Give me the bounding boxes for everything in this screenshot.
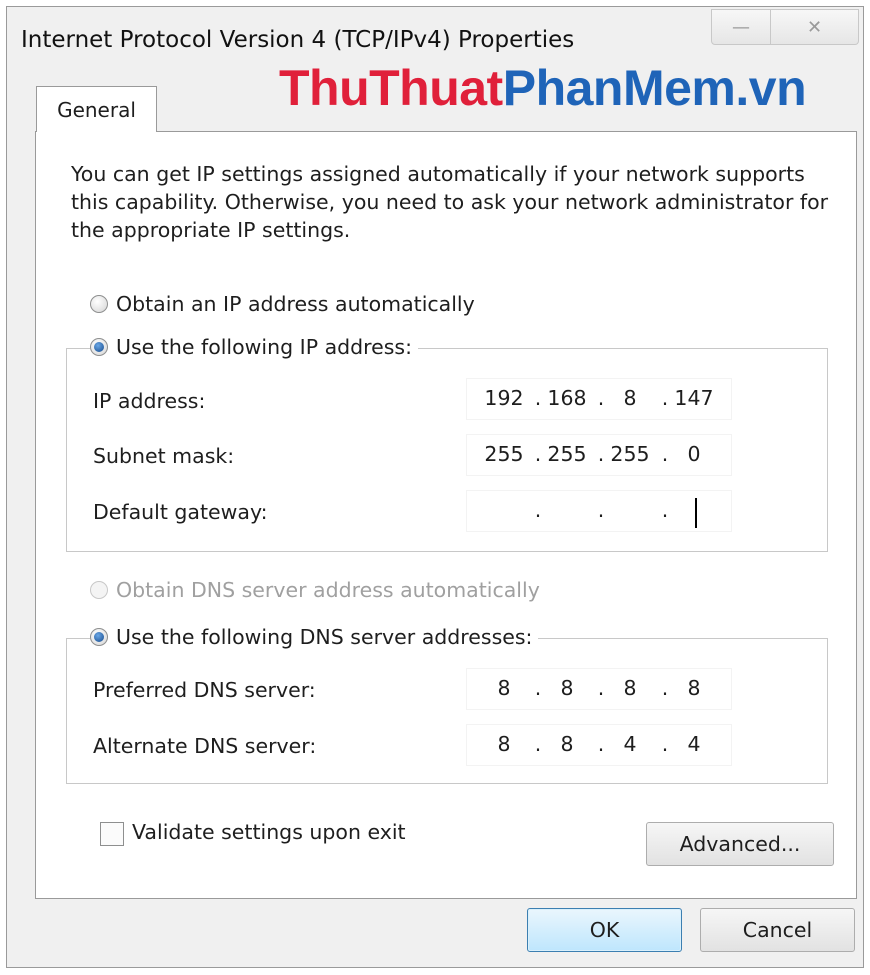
minimize-button[interactable]: — [711, 9, 771, 45]
use-following-ip-radio[interactable] [90, 338, 108, 356]
ip-dot: . [534, 498, 542, 522]
use-following-ip-option[interactable]: Use the following IP address: [90, 335, 419, 359]
default-gateway-label: Default gateway: [93, 500, 268, 524]
obtain-dns-auto-radio[interactable] [90, 581, 108, 599]
preferred-dns-octet-3: 8 [623, 676, 637, 700]
subnet-octet-2: 255 [547, 442, 587, 466]
cancel-button[interactable]: Cancel [700, 908, 855, 952]
tab-general[interactable]: General [36, 86, 157, 132]
ok-button[interactable]: OK [527, 908, 682, 952]
obtain-ip-auto-radio[interactable] [90, 295, 108, 313]
ip-dot: . [661, 498, 669, 522]
validate-settings-label[interactable]: Validate settings upon exit [132, 820, 406, 844]
watermark-part2: PhanMem.vn [502, 60, 807, 116]
subnet-octet-3: 255 [610, 442, 650, 466]
intro-text: You can get IP settings assigned automat… [71, 162, 829, 242]
obtain-dns-auto-label: Obtain DNS server address automatically [116, 578, 540, 602]
ip-dot: . [597, 498, 605, 522]
ip-octet-2: 168 [547, 386, 587, 410]
watermark-logo: ThuThuatPhanMem.vn [279, 59, 807, 117]
default-gateway-input[interactable]: . . . [466, 490, 732, 532]
subnet-octet-4: 0 [687, 442, 701, 466]
preferred-dns-octet-4: 8 [687, 676, 701, 700]
alternate-dns-octet-2: 8 [560, 732, 574, 756]
subnet-octet-1: 255 [484, 442, 524, 466]
obtain-ip-auto-label: Obtain an IP address automatically [116, 292, 475, 316]
use-following-dns-option[interactable]: Use the following DNS server addresses: [90, 625, 539, 649]
use-following-dns-radio[interactable] [90, 628, 108, 646]
preferred-dns-octet-1: 8 [497, 676, 511, 700]
use-following-ip-label: Use the following IP address: [116, 335, 413, 359]
ip-address-label: IP address: [93, 389, 206, 413]
advanced-button[interactable]: Advanced... [646, 822, 834, 866]
ip-octet-3: 8 [623, 386, 637, 410]
subnet-mask-input[interactable]: 255 . 255 . 255 . 0 [466, 434, 732, 476]
minimize-icon: — [732, 16, 750, 38]
use-following-dns-label: Use the following DNS server addresses: [116, 625, 533, 649]
ip-address-input[interactable]: 192 . 168 . 8 . 147 [466, 378, 732, 420]
preferred-dns-label: Preferred DNS server: [93, 678, 316, 702]
preferred-dns-octet-2: 8 [560, 676, 574, 700]
ipv4-properties-dialog: Internet Protocol Version 4 (TCP/IPv4) P… [6, 6, 864, 968]
alternate-dns-input[interactable]: 8 . 8 . 4 . 4 [466, 724, 732, 766]
alternate-dns-octet-4: 4 [687, 732, 701, 756]
obtain-dns-auto-option[interactable]: Obtain DNS server address automatically [90, 578, 546, 602]
alternate-dns-octet-3: 4 [623, 732, 637, 756]
validate-settings-checkbox[interactable] [100, 822, 124, 846]
subnet-mask-label: Subnet mask: [93, 444, 235, 468]
preferred-dns-input[interactable]: 8 . 8 . 8 . 8 [466, 668, 732, 710]
ip-octet-4: 147 [674, 386, 714, 410]
watermark-part1: ThuThuat [279, 60, 503, 116]
window-title: Internet Protocol Version 4 (TCP/IPv4) P… [21, 27, 575, 53]
alternate-dns-label: Alternate DNS server: [93, 734, 317, 758]
ip-octet-1: 192 [484, 386, 524, 410]
general-panel: You can get IP settings assigned automat… [35, 131, 857, 899]
close-button[interactable]: ✕ [771, 9, 859, 45]
obtain-ip-auto-option[interactable]: Obtain an IP address automatically [90, 292, 481, 316]
text-caret [695, 498, 697, 528]
alternate-dns-octet-1: 8 [497, 732, 511, 756]
close-icon: ✕ [806, 16, 823, 38]
